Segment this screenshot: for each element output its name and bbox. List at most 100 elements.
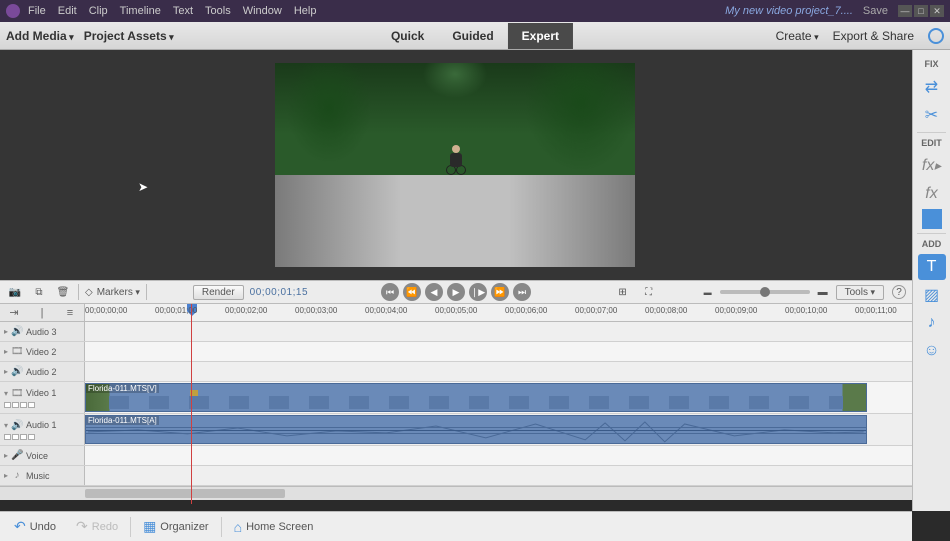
tab-quick[interactable]: Quick bbox=[377, 23, 438, 49]
timeline-hscrollbar[interactable] bbox=[0, 486, 912, 500]
step-forward-button[interactable]: ⏩ bbox=[491, 283, 509, 301]
ruler-tick: 00;00;04;00 bbox=[365, 306, 407, 315]
track-lane[interactable] bbox=[85, 362, 912, 381]
film-icon[interactable]: 🎞 bbox=[11, 388, 23, 399]
track-audio2: ▸🔊Audio 2 bbox=[0, 362, 912, 382]
film-icon[interactable]: 🎞 bbox=[11, 346, 23, 357]
help-icon[interactable]: ? bbox=[892, 285, 906, 299]
expand-icon[interactable]: ▸ bbox=[4, 327, 8, 336]
track-lane[interactable]: Florida-011.MTS[V] bbox=[85, 382, 912, 413]
save-button[interactable]: Save bbox=[863, 5, 888, 17]
color-icon[interactable] bbox=[922, 209, 942, 229]
fx-icon[interactable]: fx bbox=[918, 181, 946, 207]
snap-icon[interactable]: ⇥ bbox=[7, 306, 21, 320]
duplicate-icon[interactable]: ⧉ bbox=[30, 284, 48, 300]
safe-margins-icon[interactable]: ⊞ bbox=[614, 284, 632, 300]
grid-icon: ▦ bbox=[143, 518, 156, 535]
fullscreen-icon[interactable]: ⛶ bbox=[640, 284, 658, 300]
marker-icon[interactable]: ◇ bbox=[85, 287, 93, 298]
menu-file[interactable]: File bbox=[28, 5, 46, 17]
create-button[interactable]: Create bbox=[776, 29, 819, 43]
render-button[interactable]: Render bbox=[193, 285, 244, 300]
speaker-icon[interactable]: 🔊 bbox=[11, 420, 23, 431]
titles-icon[interactable]: T bbox=[918, 254, 946, 280]
zoom-out-icon[interactable]: ▬ bbox=[704, 288, 712, 297]
expand-icon[interactable]: ▸ bbox=[4, 471, 8, 480]
fx-transition-icon[interactable]: fx▸ bbox=[918, 153, 946, 179]
play-button[interactable]: ▶ bbox=[447, 283, 465, 301]
goto-end-button[interactable]: ⏭ bbox=[513, 283, 531, 301]
goto-start-button[interactable]: ⏮ bbox=[381, 283, 399, 301]
track-voice: ▸🎤Voice bbox=[0, 446, 912, 466]
menu-clip[interactable]: Clip bbox=[89, 5, 108, 17]
ruler-tick: 00;00;11;00 bbox=[855, 306, 897, 315]
settings-icon[interactable] bbox=[928, 28, 944, 44]
tools-icon[interactable]: ✂ bbox=[918, 102, 946, 128]
ruler-tick: 00;00;09;00 bbox=[715, 306, 757, 315]
clip-audio1[interactable]: Florida-011.MTS[A] bbox=[85, 415, 867, 444]
add-label: ADD bbox=[913, 236, 950, 252]
track-lane[interactable] bbox=[85, 322, 912, 341]
step-back-button[interactable]: ⏪ bbox=[403, 283, 421, 301]
organizer-button[interactable]: ▦Organizer bbox=[135, 515, 217, 538]
audio-toggle-icon[interactable]: ≡ bbox=[63, 306, 77, 320]
track-lane[interactable] bbox=[85, 466, 912, 485]
time-ruler[interactable]: 00;00;00;0000;00;01;0000;00;02;0000;00;0… bbox=[85, 304, 912, 321]
redo-button[interactable]: ↷Redo bbox=[68, 515, 126, 538]
camera-icon[interactable]: 📷 bbox=[6, 284, 24, 300]
expand-icon[interactable]: ▾ bbox=[4, 389, 8, 398]
note-icon[interactable]: ♪ bbox=[11, 470, 23, 481]
track-label: Audio 1 bbox=[26, 420, 80, 430]
zoom-slider[interactable] bbox=[720, 290, 810, 294]
home-screen-button[interactable]: ⌂Home Screen bbox=[226, 516, 322, 538]
status-bar: ↶Undo ↷Redo ▦Organizer ⌂Home Screen bbox=[0, 511, 912, 541]
track-video1: ▾🎞Video 1 Florida-011.MTS[V] bbox=[0, 382, 912, 414]
graphics-icon[interactable]: ▨ bbox=[918, 282, 946, 308]
markers-label[interactable]: Markers bbox=[97, 287, 140, 298]
video-frame[interactable] bbox=[275, 63, 635, 267]
adjust-icon[interactable]: ⇄ bbox=[918, 74, 946, 100]
menu-timeline[interactable]: Timeline bbox=[120, 5, 161, 17]
speaker-icon[interactable]: 🔊 bbox=[11, 366, 23, 377]
menu-tools[interactable]: Tools bbox=[205, 5, 231, 17]
project-name[interactable]: My new video project_7.... bbox=[725, 5, 853, 17]
more-icon[interactable]: ☺ bbox=[918, 338, 946, 364]
music-icon[interactable]: ♪ bbox=[918, 310, 946, 336]
ruler-tick: 00;00;07;00 bbox=[575, 306, 617, 315]
expand-icon[interactable]: ▸ bbox=[4, 367, 8, 376]
track-lane[interactable] bbox=[85, 342, 912, 361]
track-label: Music bbox=[26, 471, 80, 481]
expand-icon[interactable]: ▸ bbox=[4, 451, 8, 460]
mic-icon[interactable]: 🎤 bbox=[11, 450, 23, 461]
undo-button[interactable]: ↶Undo bbox=[6, 515, 64, 538]
add-media-button[interactable]: Add Media bbox=[6, 29, 74, 43]
tab-expert[interactable]: Expert bbox=[508, 23, 573, 49]
menu-window[interactable]: Window bbox=[243, 5, 282, 17]
track-lane[interactable]: Florida-011.MTS[A] bbox=[85, 414, 912, 445]
expand-icon[interactable]: ▾ bbox=[4, 421, 8, 430]
maximize-button[interactable]: □ bbox=[914, 5, 928, 17]
tab-guided[interactable]: Guided bbox=[438, 23, 507, 49]
track-lane[interactable] bbox=[85, 446, 912, 465]
menu-edit[interactable]: Edit bbox=[58, 5, 77, 17]
tools-dropdown[interactable]: Tools bbox=[836, 285, 884, 300]
timecode[interactable]: 00;00;01;15 bbox=[250, 287, 308, 298]
clip-label: Florida-011.MTS[V] bbox=[86, 384, 159, 393]
clip-video1[interactable]: Florida-011.MTS[V] bbox=[85, 383, 867, 412]
side-panel: FIX ⇄ ✂ EDIT fx▸ fx ADD T ▨ ♪ ☺ bbox=[912, 50, 950, 511]
expand-icon[interactable]: ▸ bbox=[4, 347, 8, 356]
trash-icon[interactable]: 🗑 bbox=[54, 284, 72, 300]
minimize-button[interactable]: — bbox=[898, 5, 912, 17]
menu-text[interactable]: Text bbox=[173, 5, 193, 17]
project-assets-button[interactable]: Project Assets bbox=[84, 29, 174, 43]
next-frame-button[interactable]: ❘▶ bbox=[469, 283, 487, 301]
menu-help[interactable]: Help bbox=[294, 5, 317, 17]
track-music: ▸♪Music bbox=[0, 466, 912, 486]
speaker-icon[interactable]: 🔊 bbox=[11, 326, 23, 337]
titlebar: File Edit Clip Timeline Text Tools Windo… bbox=[0, 0, 950, 22]
close-button[interactable]: ✕ bbox=[930, 5, 944, 17]
export-share-button[interactable]: Export & Share bbox=[833, 29, 914, 43]
cut-marker[interactable] bbox=[190, 390, 198, 398]
zoom-in-icon[interactable]: ▬ bbox=[818, 287, 828, 298]
prev-frame-button[interactable]: ◀ bbox=[425, 283, 443, 301]
